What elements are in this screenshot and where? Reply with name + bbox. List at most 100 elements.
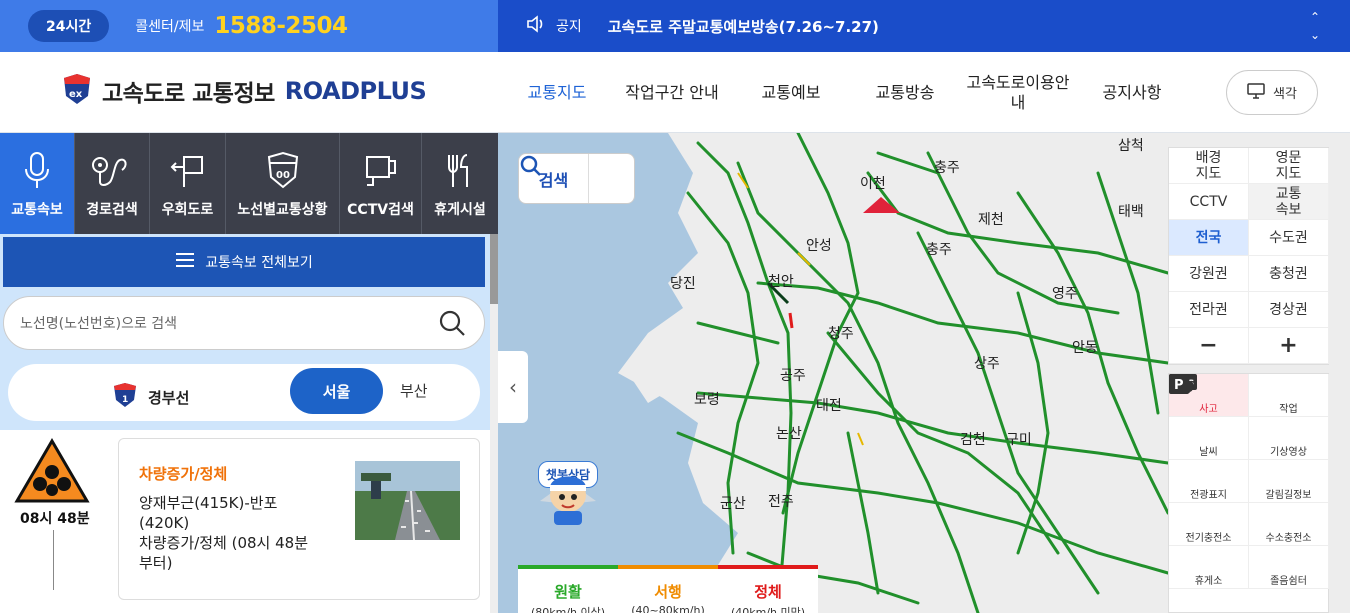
sidenav-label: 교통속보 <box>11 201 63 218</box>
nav-traffic-broadcast[interactable]: 교통방송 <box>847 83 963 103</box>
search-icon[interactable] <box>438 309 466 341</box>
chatbot-button[interactable]: 챗봇상담 <box>538 461 598 525</box>
tool-hydrogen[interactable]: 수소충전소 <box>1171 376 1329 546</box>
top-info-bar: 24시간 콜센터/제보 1588-2504 공지 고속도로 주말교통예보방송(7… <box>0 0 1350 52</box>
sidenav-cctv[interactable]: CCTV검색 <box>340 133 422 234</box>
notice-text[interactable]: 고속도로 주말교통예보방송(7.26~7.27) <box>608 16 879 37</box>
logo[interactable]: ex 고속도로 교통정보 ROADPLUS <box>60 72 427 110</box>
incident-description: 양재부근(415K)-반포 (420K) 차량증가/정체 (08시 48분 부터… <box>139 493 339 573</box>
tool-weather[interactable]: 날씨 <box>1169 376 1249 460</box>
english-map-button[interactable]: 영문 지도 <box>1249 148 1329 184</box>
traffic-map[interactable]: 삼척 충주 이천 제천 태백 안성 충주 당진 천안 영주 청주 안동 상주 보… <box>498 133 1350 613</box>
chevron-up-icon[interactable]: ⌃ <box>1310 8 1320 26</box>
highway-shield-icon: 00 <box>266 149 300 193</box>
cctv-layer-button[interactable]: CCTV <box>1169 184 1249 220</box>
sidenav-label: CCTV검색 <box>347 201 414 218</box>
logo-brand: ROADPLUS <box>284 77 427 105</box>
logo-text: 고속도로 교통정보 <box>102 81 275 107</box>
tool-rest-area[interactable]: 휴게소 <box>1169 375 1249 589</box>
callcenter-label: 콜센터/제보 <box>135 19 205 35</box>
traffic-news-layer-button[interactable]: 교통 속보 <box>1249 184 1329 220</box>
region-gangwon[interactable]: 강원권 <box>1169 256 1249 292</box>
route-icon <box>90 149 134 193</box>
chevron-down-icon[interactable]: ⌄ <box>1310 26 1320 44</box>
region-nationwide[interactable]: 전국 <box>1169 220 1249 256</box>
map-place-label: 상주 <box>974 356 1000 372</box>
direction-busan-button[interactable]: 부산 <box>400 380 428 401</box>
map-place-label: 대전 <box>816 398 842 414</box>
legend-smooth: 원활 (80km/h 이상) <box>518 565 618 613</box>
collapse-panel-button[interactable]: ‹ <box>498 351 528 423</box>
nav-work-zone[interactable]: 작업구간 안내 <box>609 83 735 103</box>
map-place-label: 안성 <box>806 238 832 254</box>
cctv-thumbnail[interactable] <box>355 461 460 540</box>
legend-slow: 서행 (40~80km/h) <box>618 565 718 613</box>
incident-card[interactable]: 차량증가/정체 양재부근(415K)-반포 (420K) 차량증가/정체 (08… <box>118 438 480 600</box>
map-place-label: 보령 <box>694 392 720 408</box>
map-place-label: 충주 <box>934 160 960 176</box>
callcenter-number[interactable]: 1588-2504 <box>214 13 348 39</box>
sidenav-route-search[interactable]: 경로검색 <box>75 133 150 234</box>
map-place-label: 안동 <box>1072 340 1098 356</box>
nav-traffic-map[interactable]: 교통지도 <box>505 83 609 103</box>
background-map-button[interactable]: 배경 지도 <box>1169 148 1249 184</box>
sidenav-rest-facility[interactable]: 휴게시설 <box>422 133 498 234</box>
mic-icon <box>22 149 52 193</box>
region-chungcheong[interactable]: 충청권 <box>1249 256 1329 292</box>
fullview-label: 교통속보 전체보기 <box>205 255 313 271</box>
fullview-button[interactable]: 교통속보 전체보기 <box>3 237 485 287</box>
map-place-label: 당진 <box>670 276 696 292</box>
incident-time: 08시 48분 <box>20 511 90 527</box>
nav-usage-guide[interactable]: 고속도로이용안내 <box>963 73 1073 113</box>
sidenav-label: 경로검색 <box>86 201 138 218</box>
search-icon <box>520 154 634 203</box>
notice-arrows: ⌃ ⌄ <box>1310 8 1320 44</box>
map-place-label: 전주 <box>768 494 794 510</box>
region-gyeongsang[interactable]: 경상권 <box>1249 292 1329 328</box>
layer-tools: 사고 작업 날씨 기상영상 VMS 전광표지 갈림길정보 전기충전소 수소충전소 <box>1168 373 1329 613</box>
tool-work[interactable]: 작업 <box>1174 374 1329 417</box>
map-place-label: 이천 <box>860 176 886 192</box>
nav-notice[interactable]: 공지사항 <box>1073 83 1191 103</box>
region-capital[interactable]: 수도권 <box>1249 220 1329 256</box>
traffic-news-panel: 교통속보 전체보기 노선명(노선번호)으로 검색 1 경부선 서울 부산 08시… <box>0 234 498 613</box>
zoom-out-button[interactable]: − <box>1169 328 1249 364</box>
incident-desc-line: 부터) <box>139 554 173 572</box>
sidenav-traffic-news[interactable]: 교통속보 <box>0 133 75 234</box>
map-place-label: 영주 <box>1052 286 1078 302</box>
restaurant-icon <box>445 149 475 193</box>
zoom-in-button[interactable]: + <box>1249 328 1329 364</box>
main-nav: 교통지도 작업구간 안내 교통예보 교통방송 고속도로이용안내 공지사항 <box>505 52 1191 133</box>
svg-text:00: 00 <box>276 170 290 181</box>
direction-seoul-button[interactable]: 서울 <box>290 368 383 414</box>
ex-logo-icon: ex <box>60 72 94 110</box>
tool-drowsy-shelter[interactable]: P 졸음쉼터 <box>1169 374 1329 589</box>
badge-24h: 24시간 <box>28 10 110 42</box>
map-search-button[interactable]: 검색 <box>518 153 635 204</box>
map-place-label: 김천 <box>960 432 986 448</box>
tool-vms[interactable]: VMS 전광표지 <box>1169 374 1249 503</box>
notice-label: 공지 <box>556 19 582 35</box>
map-place-label: 논산 <box>776 426 802 442</box>
tool-weather-video[interactable]: 기상영상 <box>1170 376 1329 460</box>
side-nav: 교통속보 경로검색 우회도로 00 노선별교통상황 CCTV검색 휴게시설 <box>0 133 498 234</box>
sidenav-label: 휴게시설 <box>434 201 486 218</box>
route-search-input[interactable]: 노선명(노선번호)으로 검색 <box>3 296 485 350</box>
sidenav-detour[interactable]: 우회도로 <box>150 133 226 234</box>
svg-text:ex: ex <box>69 89 83 100</box>
sidenav-label: 우회도로 <box>161 201 214 218</box>
color-vision-button[interactable]: 색각 <box>1226 70 1318 115</box>
timeline-divider <box>53 530 54 590</box>
tool-junction[interactable]: 갈림길정보 <box>1169 374 1329 503</box>
speed-legend: 원활 (80km/h 이상) 서행 (40~80km/h) 정체 (40km/h 미만… <box>518 565 818 613</box>
legend-congested: 정체 (40km/h 미만) <box>718 565 818 613</box>
incident-desc-line: 차량증가/정체 (08시 48분 <box>139 534 309 552</box>
color-vision-label: 색각 <box>1273 87 1297 102</box>
region-panel: 배경 지도 영문 지도 CCTV 교통 속보 전국 수도권 강원권 충청권 전라… <box>1168 147 1329 365</box>
nav-traffic-forecast[interactable]: 교통예보 <box>735 83 847 103</box>
chevron-left-icon: ‹ <box>509 375 517 399</box>
tool-ev-charger[interactable]: 전기충전소 <box>1169 376 1249 546</box>
panel-scroll-thumb[interactable] <box>490 234 498 304</box>
sidenav-route-status[interactable]: 00 노선별교통상황 <box>226 133 340 234</box>
region-jeolla[interactable]: 전라권 <box>1169 292 1249 328</box>
